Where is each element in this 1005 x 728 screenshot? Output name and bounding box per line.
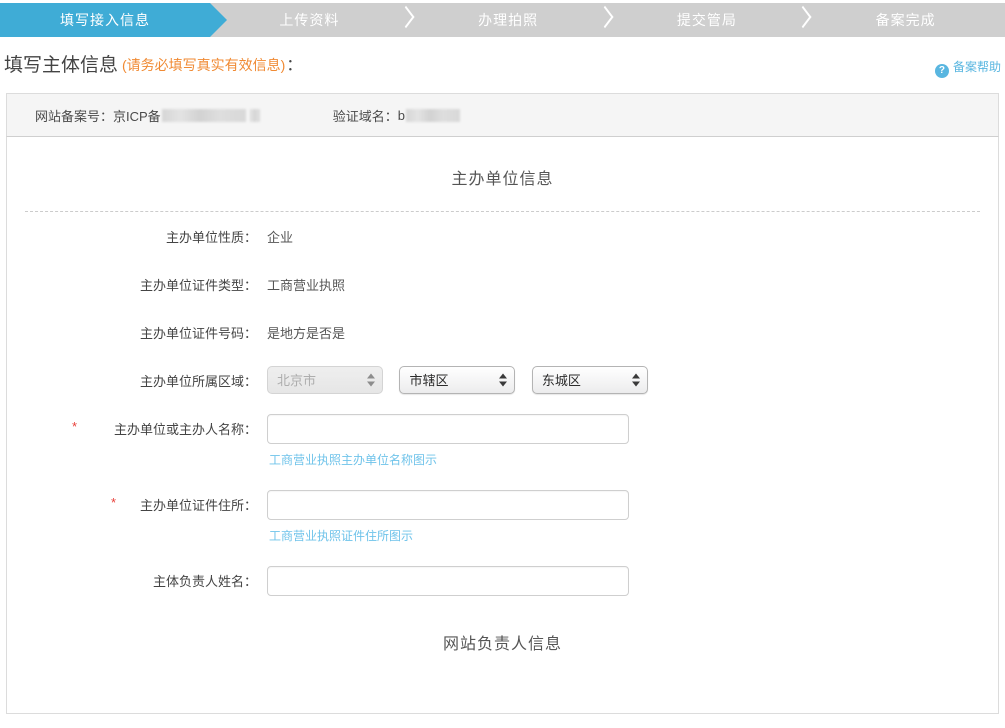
form-row-cert-type: 主办单位证件类型： 工商营业执照	[7, 270, 998, 318]
principal-name-control	[257, 566, 629, 596]
sponsor-address-label: * 主办单位证件住所：	[7, 490, 257, 514]
required-asterisk: *	[72, 419, 77, 434]
sponsor-name-input[interactable]	[267, 414, 629, 444]
principal-name-input[interactable]	[267, 566, 629, 596]
step-label: 填写接入信息	[60, 12, 150, 28]
redacted-domain	[406, 109, 460, 122]
nature-value: 企业	[257, 222, 293, 246]
page-title-colon: ：	[286, 57, 302, 74]
district-select[interactable]: 东城区	[532, 366, 648, 394]
required-asterisk: *	[111, 495, 116, 510]
help-link-label: 备案帮助	[953, 60, 1001, 74]
redacted-beian-number	[162, 109, 246, 122]
sponsor-section-title: 主办单位信息	[7, 137, 998, 211]
verify-domain-field: 验证域名： b	[333, 106, 461, 125]
page-title: 填写主体信息	[4, 51, 118, 81]
form-row-nature: 主办单位性质： 企业	[7, 222, 998, 270]
sponsor-name-control: 工商营业执照主办单位名称图示	[257, 414, 629, 468]
step-label: 上传资料	[279, 12, 339, 28]
cert-type-value: 工商营业执照	[257, 270, 345, 294]
sponsor-form: 主办单位性质： 企业 主办单位证件类型： 工商营业执照 主办单位证件号码： 是地…	[7, 212, 998, 614]
step-item-4[interactable]: 提交管局	[608, 3, 807, 37]
step-label: 备案完成	[876, 12, 936, 28]
question-circle-icon: ?	[935, 64, 949, 78]
step-label: 提交管局	[677, 12, 737, 28]
website-owner-section-title: 网站负责人信息	[7, 614, 998, 654]
cert-number-value: 是地方是否是	[257, 318, 345, 342]
step-item-3[interactable]: 办理拍照	[409, 3, 608, 37]
form-row-region: 主办单位所属区域： 北京市 市辖区 东城区	[7, 366, 998, 414]
record-info-bar: 网站备案号： 京ICP备 验证域名： b	[6, 93, 999, 137]
help-link[interactable]: ? 备案帮助	[935, 58, 1001, 78]
page-title-note: (请务必填写真实有效信息)	[122, 57, 285, 73]
principal-name-label: 主体负责人姓名：	[7, 566, 257, 590]
city-select[interactable]: 市辖区	[399, 366, 515, 394]
province-select-wrap: 北京市	[267, 366, 383, 394]
cert-number-label: 主办单位证件号码：	[7, 318, 257, 342]
beian-number-field: 网站备案号： 京ICP备	[35, 106, 261, 125]
beian-number-label: 网站备案号：	[35, 106, 113, 125]
sponsor-address-input[interactable]	[267, 490, 629, 520]
sponsor-address-control: 工商营业执照证件住所图示	[257, 490, 629, 544]
step-item-1[interactable]: 填写接入信息	[0, 3, 210, 37]
verify-domain-label: 验证域名：	[333, 106, 398, 125]
sponsor-name-label-text: 主办单位或主办人名称：	[114, 422, 257, 437]
main-form-panel: 主办单位信息 主办单位性质： 企业 主办单位证件类型： 工商营业执照 主办单位证…	[6, 137, 999, 714]
city-select-wrap: 市辖区	[399, 366, 515, 394]
form-row-principal-name: 主体负责人姓名：	[7, 566, 998, 614]
verify-domain-value: b	[398, 108, 405, 123]
beian-number-value: 京ICP备	[113, 106, 161, 125]
page-title-row: 填写主体信息(请务必填写真实有效信息)： ? 备案帮助	[0, 51, 1005, 87]
step-label: 办理拍照	[478, 12, 538, 28]
cert-type-label: 主办单位证件类型：	[7, 270, 257, 294]
region-selects: 北京市 市辖区 东城区	[257, 366, 660, 394]
sponsor-name-label: * 主办单位或主办人名称：	[7, 414, 257, 438]
sponsor-address-label-text: 主办单位证件住所：	[140, 498, 257, 513]
sponsor-name-hint-link[interactable]: 工商营业执照主办单位名称图示	[269, 451, 629, 468]
form-row-cert-number: 主办单位证件号码： 是地方是否是	[7, 318, 998, 366]
progress-steps: 填写接入信息 上传资料 办理拍照 提交管局 备案完成	[0, 3, 1005, 37]
province-select[interactable]: 北京市	[267, 366, 383, 394]
nature-label: 主办单位性质：	[7, 222, 257, 246]
region-label: 主办单位所属区域：	[7, 366, 257, 390]
form-row-sponsor-name: * 主办单位或主办人名称： 工商营业执照主办单位名称图示	[7, 414, 998, 490]
step-item-2[interactable]: 上传资料	[210, 3, 409, 37]
form-row-sponsor-address: * 主办单位证件住所： 工商营业执照证件住所图示	[7, 490, 998, 566]
sponsor-address-hint-link[interactable]: 工商营业执照证件住所图示	[269, 527, 629, 544]
redacted-beian-suffix	[250, 109, 260, 122]
district-select-wrap: 东城区	[532, 366, 648, 394]
step-item-5[interactable]: 备案完成	[806, 3, 1005, 37]
